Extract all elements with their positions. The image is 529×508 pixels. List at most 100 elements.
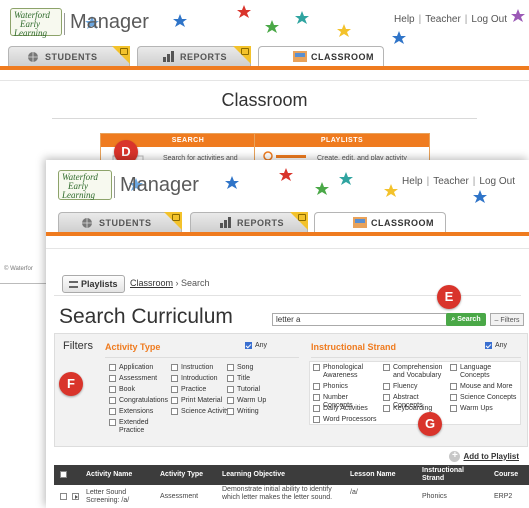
strand-option-checkbox[interactable]: Comprehension and Vocabulary xyxy=(383,364,449,380)
checkbox-icon xyxy=(171,375,178,382)
activity-type-cell: Assessment xyxy=(160,493,199,500)
tab-label: REPORTS xyxy=(237,217,285,228)
lock-icon xyxy=(290,212,308,230)
add-to-playlist-button[interactable]: + Add to Playlist xyxy=(449,451,519,462)
globe-icon xyxy=(27,51,40,62)
checkbox-label: Mouse and More xyxy=(460,383,513,390)
strand-any-checkbox[interactable]: Any xyxy=(485,342,507,349)
strand-option-checkbox[interactable]: Word Processors xyxy=(313,416,379,424)
checkbox-icon xyxy=(383,394,390,401)
top-links: Help | Teacher | Log Out xyxy=(394,14,507,25)
column-header[interactable]: Activity Type xyxy=(160,471,203,479)
logo-line: Learning xyxy=(62,190,96,200)
checkbox-icon xyxy=(313,383,320,390)
activity-type-option-checkbox[interactable]: Warm Up xyxy=(227,397,287,405)
activity-type-option-checkbox[interactable]: Instruction xyxy=(171,364,231,372)
checkbox-icon xyxy=(227,397,234,404)
row-checkbox[interactable] xyxy=(60,493,67,500)
checkbox-icon xyxy=(171,386,178,393)
checkbox-label: Introduction xyxy=(181,375,218,382)
activity-type-option-checkbox[interactable]: Title xyxy=(227,375,287,383)
tab-reports[interactable]: REPORTS xyxy=(137,46,251,66)
page-title: Classroom xyxy=(221,90,308,110)
strand-option-checkbox[interactable]: Keyboarding xyxy=(383,405,449,413)
checkbox-label: Keyboarding xyxy=(393,405,433,412)
activity-type-option-checkbox[interactable]: Extensions xyxy=(109,408,169,416)
copyright-text: © Waterfor xyxy=(4,266,33,272)
breadcrumb-separator: › xyxy=(175,278,179,288)
strand-option-checkbox[interactable]: Warm Ups xyxy=(450,405,520,413)
search-button-label: Search xyxy=(457,316,481,323)
activity-type-option-checkbox[interactable]: Song xyxy=(227,364,287,372)
activity-type-option-checkbox[interactable]: Introduction xyxy=(171,375,231,383)
teacher-link[interactable]: Teacher xyxy=(433,176,469,187)
teacher-link[interactable]: Teacher xyxy=(425,14,461,25)
activity-type-any-checkbox[interactable]: Any xyxy=(245,342,267,349)
tab-students[interactable]: STUDENTS xyxy=(58,212,182,232)
checkbox-label: Congratulations xyxy=(119,397,169,404)
checkbox-label: Phonological Awareness xyxy=(323,364,364,379)
activity-type-option-checkbox[interactable]: Practice xyxy=(171,386,231,394)
checkbox-icon xyxy=(109,375,116,382)
strand-option-checkbox[interactable]: Phonics xyxy=(313,383,379,391)
column-header[interactable]: Instructional Strand xyxy=(422,467,482,483)
tab-classroom[interactable]: CLASSROOM xyxy=(314,212,446,232)
play-icon[interactable] xyxy=(72,493,79,500)
title-divider xyxy=(52,118,477,119)
breadcrumb-classroom-link[interactable]: Classroom xyxy=(130,278,173,288)
strand-option-checkbox[interactable]: Fluency xyxy=(383,383,449,391)
strand-option-checkbox[interactable]: Language Concepts xyxy=(450,364,520,380)
activity-type-option-checkbox[interactable]: Extended Practice xyxy=(109,419,169,435)
activity-type-option-checkbox[interactable]: Writing xyxy=(227,408,287,416)
help-link[interactable]: Help xyxy=(402,176,423,187)
course-cell: ERP2 xyxy=(494,493,513,500)
classroom-icon xyxy=(353,217,367,228)
search-button[interactable]: ⌕ Search xyxy=(446,313,486,326)
tab-reports[interactable]: REPORTS xyxy=(190,212,308,232)
activity-type-option-checkbox[interactable]: Tutorial xyxy=(227,386,287,394)
search-window: Waterford Early Learning Manager Help | Te… xyxy=(46,160,529,508)
strand-option-checkbox[interactable]: Science Concepts xyxy=(450,394,520,402)
card-title: PLAYLISTS xyxy=(255,134,429,147)
select-all-checkbox[interactable] xyxy=(60,471,67,478)
bar-chart-icon xyxy=(219,217,232,228)
column-header[interactable]: Learning Objective xyxy=(222,471,285,479)
activity-type-option-checkbox[interactable]: Congratulations xyxy=(109,397,169,405)
tab-students[interactable]: STUDENTS xyxy=(8,46,130,66)
filters-toggle-button[interactable]: – Filters xyxy=(490,313,524,326)
activity-type-option-checkbox[interactable]: Print Material xyxy=(171,397,231,405)
top-links: Help | Teacher | Log Out xyxy=(402,176,515,187)
activity-name-cell: Letter Sound Screening: /a/ xyxy=(86,489,130,504)
tab-classroom[interactable]: CLASSROOM xyxy=(258,46,384,66)
checkbox-label: Comprehension and Vocabulary xyxy=(393,364,443,379)
checkbox-label: Daily Activities xyxy=(323,405,368,412)
activity-type-option-checkbox[interactable]: Book xyxy=(109,386,169,394)
logout-link[interactable]: Log Out xyxy=(479,176,515,187)
checkbox-icon xyxy=(450,394,457,401)
checkbox-icon xyxy=(450,383,457,390)
activity-type-option-checkbox[interactable]: Application xyxy=(109,364,169,372)
checkbox-icon xyxy=(171,364,178,371)
column-header[interactable]: Activity Name xyxy=(86,471,132,479)
activity-type-option-checkbox[interactable]: Assessment xyxy=(109,375,169,383)
checkbox-label: Fluency xyxy=(393,383,418,390)
sub-bar xyxy=(46,236,529,249)
help-link[interactable]: Help xyxy=(394,14,415,25)
playlists-button[interactable]: Playlists xyxy=(62,275,125,293)
strand-option-checkbox[interactable]: Daily Activities xyxy=(313,405,379,413)
strand-option-checkbox[interactable]: Phonological Awareness xyxy=(313,364,379,380)
strand-option-checkbox[interactable]: Mouse and More xyxy=(450,383,520,391)
logout-link[interactable]: Log Out xyxy=(471,14,507,25)
header: Waterford Early Learning Manager Help | Te… xyxy=(46,160,529,212)
checkbox-label: Extensions xyxy=(119,408,154,415)
checkbox-icon xyxy=(313,416,320,423)
column-header[interactable]: Course xyxy=(494,471,518,479)
tab-bar: STUDENTS REPORTS CLASSROOM xyxy=(46,212,529,232)
checkbox-label: Extended Practice xyxy=(119,419,149,434)
checkbox-label: Any xyxy=(495,342,508,349)
column-header[interactable]: Lesson Name xyxy=(350,471,396,479)
checkbox-icon xyxy=(109,397,116,404)
activity-type-option-checkbox[interactable]: Science Activity xyxy=(171,408,231,416)
checkbox-icon xyxy=(383,364,390,371)
table-row[interactable]: Letter Sound Screening: /a/Assessment Dem… xyxy=(54,486,529,508)
